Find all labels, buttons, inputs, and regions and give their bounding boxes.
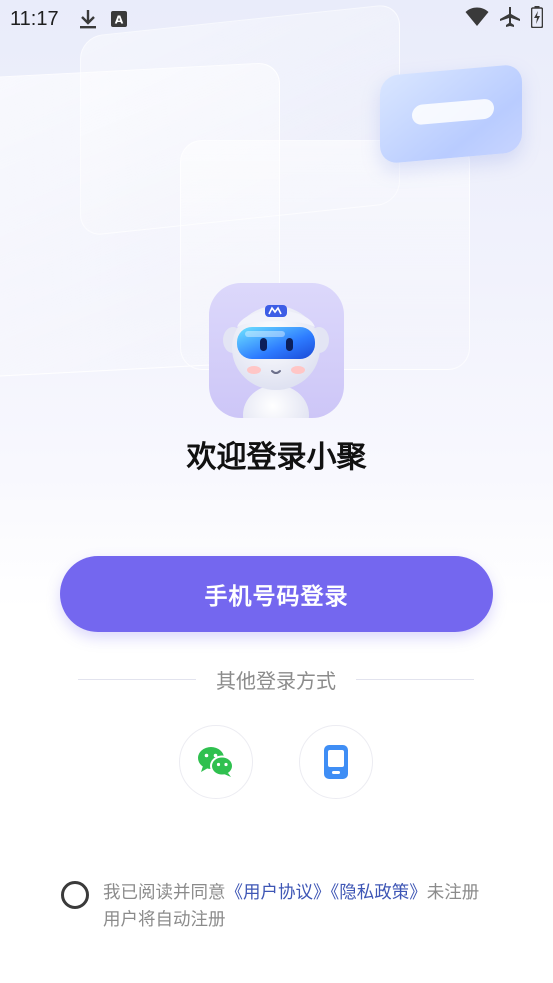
phone-login-button[interactable]: 手机号码登录 [60, 556, 493, 632]
agreement: 我已阅读并同意《用户协议》《隐私政策》未注册用户将自动注册 [61, 880, 501, 934]
other-login-label: 其他登录方式 [216, 668, 336, 693]
battery-charging-icon [530, 6, 544, 32]
wechat-login-button[interactable] [179, 725, 253, 799]
divider-line [78, 678, 196, 680]
wifi-icon [465, 7, 489, 31]
other-login-divider: 其他登录方式 [78, 664, 474, 694]
agreement-text: 我已阅读并同意《用户协议》《隐私政策》未注册用户将自动注册 [103, 880, 483, 934]
phone-device-icon [324, 745, 348, 779]
download-icon [79, 9, 97, 29]
app-logo [209, 283, 344, 418]
svg-text:A: A [114, 14, 123, 27]
chat-bubble-illustration [380, 63, 522, 165]
font-a-icon: A [110, 11, 127, 27]
agree-checkbox[interactable] [61, 881, 89, 909]
status-bar: 11:17 A [0, 0, 553, 38]
status-time: 11:17 [10, 7, 59, 30]
robot-mascot-icon [223, 305, 329, 418]
divider-line [356, 678, 474, 680]
agreement-prefix: 我已阅读并同意 [103, 883, 226, 903]
wechat-icon [198, 747, 234, 777]
page-title: 欢迎登录小聚 [186, 440, 367, 475]
airplane-mode-icon [499, 6, 521, 32]
privacy-policy-link[interactable]: 《隐私政策》 [331, 883, 427, 903]
user-agreement-link[interactable]: 《用户协议》 [226, 883, 331, 903]
device-login-button[interactable] [299, 725, 373, 799]
